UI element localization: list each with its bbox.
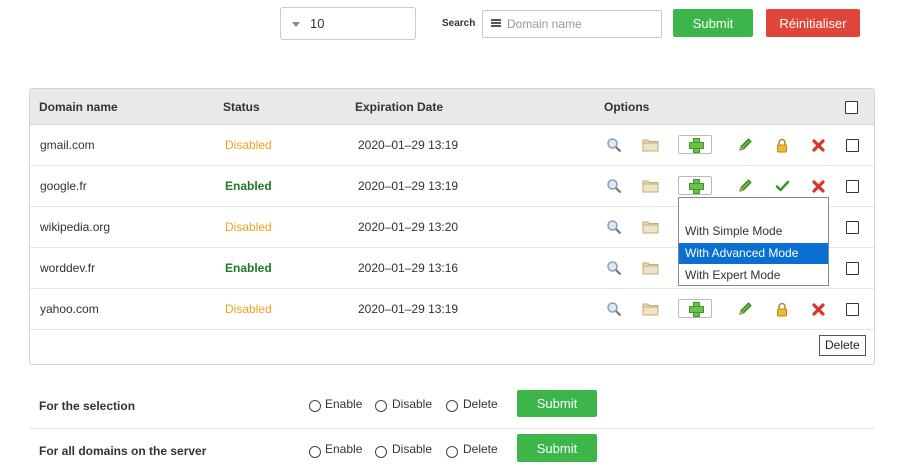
server-enable-label: Enable xyxy=(325,442,363,456)
per-page-select[interactable]: 10 xyxy=(280,7,416,40)
domain-cell: google.fr xyxy=(40,179,87,193)
folder-icon[interactable] xyxy=(641,218,659,236)
status-cell: Disabled xyxy=(225,220,272,234)
for-selection-label: For the selection xyxy=(39,399,136,413)
add-mode-button[interactable] xyxy=(678,135,712,154)
row-checkbox[interactable] xyxy=(846,262,859,275)
domain-cell: gmail.com xyxy=(40,138,95,152)
pencil-icon[interactable] xyxy=(736,136,754,154)
lock-icon[interactable] xyxy=(773,136,791,154)
row-checkbox[interactable] xyxy=(846,139,859,152)
server-disable-label: Disable xyxy=(392,442,433,456)
checkmark-icon[interactable] xyxy=(773,177,791,195)
header-expiration-date: Expiration Date xyxy=(355,100,444,114)
search-label: Search xyxy=(442,18,476,29)
caret-down-icon xyxy=(292,22,300,27)
status-cell: Enabled xyxy=(225,179,272,193)
folder-icon[interactable] xyxy=(641,259,659,277)
delete-icon[interactable] xyxy=(809,300,827,318)
folder-icon[interactable] xyxy=(641,136,659,154)
delete-icon[interactable] xyxy=(809,136,827,154)
table-row: gmail.com Disabled 2020–01–29 13:19 xyxy=(30,125,874,166)
selection-disable-radio[interactable] xyxy=(375,400,387,412)
selection-enable-radio[interactable] xyxy=(309,400,321,412)
selection-delete-label: Delete xyxy=(463,397,498,411)
server-disable-radio[interactable] xyxy=(375,446,387,458)
folder-icon[interactable] xyxy=(641,300,659,318)
expiration-cell: 2020–01–29 13:19 xyxy=(358,138,459,152)
pencil-icon[interactable] xyxy=(736,177,754,195)
folder-icon[interactable] xyxy=(641,177,659,195)
delete-tooltip: Delete xyxy=(819,335,866,356)
server-delete-radio[interactable] xyxy=(446,446,458,458)
domain-cell: wikipedia.org xyxy=(40,220,111,234)
add-mode-button[interactable] xyxy=(678,299,712,318)
server-delete-label: Delete xyxy=(463,442,498,456)
delete-icon[interactable] xyxy=(809,177,827,195)
selection-enable-label: Enable xyxy=(325,397,363,411)
row-checkbox[interactable] xyxy=(846,180,859,193)
magnifier-icon[interactable] xyxy=(605,136,623,154)
divider xyxy=(29,428,875,429)
expiration-cell: 2020–01–29 13:19 xyxy=(358,179,459,193)
expiration-cell: 2020–01–29 13:19 xyxy=(358,302,459,316)
status-cell: Disabled xyxy=(225,302,272,316)
search-box[interactable] xyxy=(482,10,662,38)
per-page-value: 10 xyxy=(310,16,325,31)
server-enable-radio[interactable] xyxy=(309,446,321,458)
add-mode-dropdown: With Simple Mode With Advanced Mode With… xyxy=(678,197,829,286)
table-header: Domain name Status Expiration Date Optio… xyxy=(30,89,874,125)
server-submit-button[interactable]: Submit xyxy=(517,434,597,462)
status-cell: Enabled xyxy=(225,261,272,275)
row-checkbox[interactable] xyxy=(846,303,859,316)
select-all-checkbox[interactable] xyxy=(845,101,858,114)
dropdown-item-simple-mode[interactable]: With Simple Mode xyxy=(679,221,828,242)
magnifier-icon[interactable] xyxy=(605,177,623,195)
magnifier-icon[interactable] xyxy=(605,218,623,236)
magnifier-icon[interactable] xyxy=(605,300,623,318)
pencil-icon[interactable] xyxy=(736,300,754,318)
row-checkbox[interactable] xyxy=(846,221,859,234)
text-lines-icon xyxy=(491,19,501,29)
plus-icon xyxy=(689,179,704,194)
selection-disable-label: Disable xyxy=(392,397,433,411)
domain-search-input[interactable] xyxy=(507,15,657,33)
dropdown-item-expert-mode[interactable]: With Expert Mode xyxy=(679,265,828,286)
header-options: Options xyxy=(604,100,650,114)
selection-submit-button[interactable]: Submit xyxy=(517,390,597,417)
selection-delete-radio[interactable] xyxy=(446,400,458,412)
add-mode-button[interactable] xyxy=(678,176,712,195)
header-status: Status xyxy=(223,100,260,114)
header-domain-name: Domain name xyxy=(39,100,118,114)
reset-button[interactable]: Réinitialiser xyxy=(766,9,860,37)
magnifier-icon[interactable] xyxy=(605,259,623,277)
lock-icon[interactable] xyxy=(773,300,791,318)
status-cell: Disabled xyxy=(225,138,272,152)
expiration-cell: 2020–01–29 13:16 xyxy=(358,261,459,275)
for-all-domains-label: For all domains on the server xyxy=(39,444,207,458)
plus-icon xyxy=(689,302,704,317)
table-row: yahoo.com Disabled 2020–01–29 13:19 xyxy=(30,289,874,330)
expiration-cell: 2020–01–29 13:20 xyxy=(358,220,459,234)
plus-icon xyxy=(689,138,704,153)
domain-cell: yahoo.com xyxy=(40,302,99,316)
domain-cell: worddev.fr xyxy=(40,261,96,275)
search-submit-button[interactable]: Submit xyxy=(673,9,753,37)
dropdown-item-advanced-mode[interactable]: With Advanced Mode xyxy=(679,243,828,264)
